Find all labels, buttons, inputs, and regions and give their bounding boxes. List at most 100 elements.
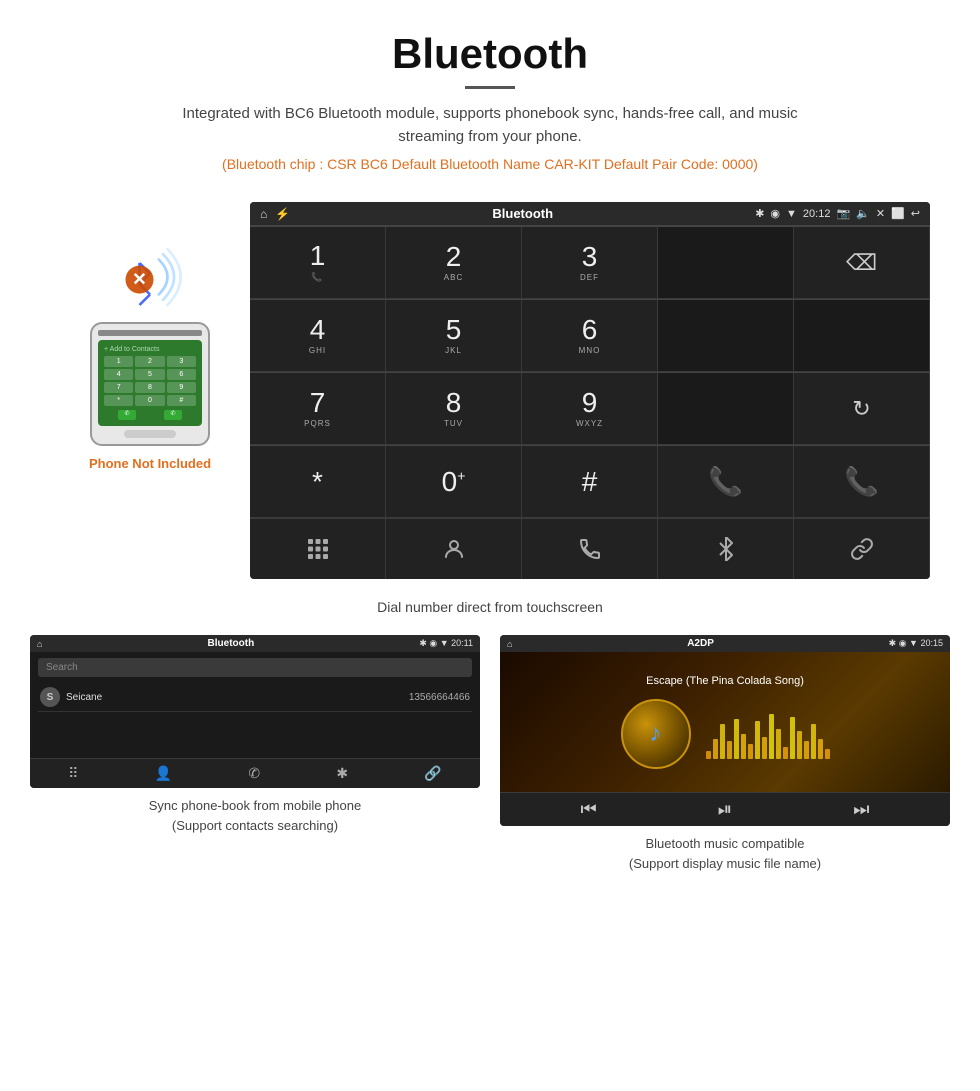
- dial-backspace[interactable]: ⌫: [794, 227, 930, 299]
- eq-bar: [720, 724, 725, 759]
- eq-bar: [811, 724, 816, 759]
- bottom-phone-icon[interactable]: [522, 519, 658, 579]
- music-home-icon: ⌂: [507, 639, 512, 649]
- dial-key-2[interactable]: 2 ABC: [386, 227, 522, 299]
- bottom-contacts-icon[interactable]: [386, 519, 522, 579]
- pb-bottom-link[interactable]: 🔗: [424, 765, 441, 782]
- dial-key-0[interactable]: 0+: [386, 446, 522, 518]
- close-icon: ✕: [876, 207, 885, 220]
- pb-contact-phone: 13566664466: [409, 692, 470, 703]
- phonebook-screen: ⌂ Bluetooth ✱ ◉ ▼ 20:11 Search S Seicane…: [30, 635, 480, 788]
- phone-mockup: + Add to Contacts 123 456 789 *0# ✆ ✆: [90, 322, 210, 446]
- dial-key-1[interactable]: 1 📞: [250, 227, 386, 299]
- page-header: Bluetooth Integrated with BC6 Bluetooth …: [0, 0, 980, 202]
- dialpad-caption: Dial number direct from touchscreen: [0, 591, 980, 635]
- dial-key-4[interactable]: 4 GHI: [250, 300, 386, 372]
- dialpad-row-1: 1 📞 2 ABC 3 DEF ⌫: [250, 226, 930, 299]
- bottom-link-icon[interactable]: [794, 519, 930, 579]
- pb-caption: Sync phone-book from mobile phone (Suppo…: [149, 796, 361, 835]
- skip-next-icon[interactable]: ⏭: [853, 799, 869, 820]
- dial-empty-3: [794, 300, 930, 372]
- main-area: ✕ + Add to Contacts 123 456 789 *0# ✆ ✆: [0, 202, 980, 579]
- pb-status-bar: ⌂ Bluetooth ✱ ◉ ▼ 20:11: [30, 635, 480, 652]
- music-status-title: A2DP: [687, 638, 714, 649]
- home-icon: ⌂: [260, 207, 267, 221]
- call-hangup-button[interactable]: 📞: [794, 446, 930, 518]
- skip-prev-icon[interactable]: ⏮: [581, 799, 597, 820]
- dialpad-row-4: * 0+ # 📞 📞: [250, 445, 930, 518]
- bt-music-icon: ♪: [650, 720, 662, 748]
- bottom-bluetooth-icon[interactable]: [658, 519, 794, 579]
- bottom-row: ⌂ Bluetooth ✱ ◉ ▼ 20:11 Search S Seicane…: [0, 635, 980, 893]
- eq-bar: [762, 737, 767, 759]
- location-icon: ◉: [770, 207, 780, 220]
- svg-text:✕: ✕: [132, 269, 147, 289]
- eq-bar: [748, 744, 753, 759]
- pb-bottom-bt[interactable]: ✱: [336, 765, 348, 782]
- back-icon: ↩: [911, 207, 920, 220]
- pb-search-bar[interactable]: Search: [38, 658, 472, 677]
- music-caption: Bluetooth music compatible (Support disp…: [629, 834, 821, 873]
- bluetooth-signal-icon: ✕: [115, 242, 185, 312]
- pb-contact-name: Seicane: [66, 692, 403, 703]
- title-divider: [465, 86, 515, 89]
- eq-bar: [790, 717, 795, 759]
- eq-bar: [783, 747, 788, 759]
- song-title: Escape (The Pina Colada Song): [646, 675, 804, 687]
- eq-bar: [818, 739, 823, 759]
- specs-line: (Bluetooth chip : CSR BC6 Default Blueto…: [20, 156, 960, 172]
- music-screen: ⌂ A2DP ✱ ◉ ▼ 20:15 Escape (The Pina Cola…: [500, 635, 950, 826]
- usb-icon: ⚡: [275, 207, 290, 221]
- pb-search-placeholder: Search: [46, 662, 78, 673]
- pb-contact-row[interactable]: S Seicane 13566664466: [38, 683, 472, 712]
- play-pause-icon[interactable]: ⏯: [718, 799, 732, 820]
- dial-key-9[interactable]: 9 WXYZ: [522, 373, 658, 445]
- phonebook-item: ⌂ Bluetooth ✱ ◉ ▼ 20:11 Search S Seicane…: [30, 635, 480, 873]
- dialpad-row-3: 7 PQRS 8 TUV 9 WXYZ ↻: [250, 372, 930, 445]
- pb-bottom-phone[interactable]: ✆: [248, 765, 260, 782]
- music-item: ⌂ A2DP ✱ ◉ ▼ 20:15 Escape (The Pina Cola…: [500, 635, 950, 873]
- dial-key-star[interactable]: *: [250, 446, 386, 518]
- pb-status-title: Bluetooth: [208, 638, 255, 649]
- eq-bar: [769, 714, 774, 759]
- dial-reload[interactable]: ↻: [794, 373, 930, 445]
- dial-key-5[interactable]: 5 JKL: [386, 300, 522, 372]
- dialpad-row-2: 4 GHI 5 JKL 6 MNO: [250, 299, 930, 372]
- dialpad-bottom-bar: [250, 518, 930, 579]
- pb-bottom-bar: ⠿ 👤 ✆ ✱ 🔗: [30, 758, 480, 788]
- page-title: Bluetooth: [20, 30, 960, 78]
- eq-bar: [727, 741, 732, 759]
- dial-key-3[interactable]: 3 DEF: [522, 227, 658, 299]
- call-answer-button[interactable]: 📞: [658, 446, 794, 518]
- dial-empty-1: [658, 227, 794, 299]
- bottom-keypad-icon[interactable]: [250, 519, 386, 579]
- eq-bar: [804, 741, 809, 759]
- status-bar-right: ✱ ◉ ▼ 20:12 📷 🔈 ✕ ⬜ ↩: [755, 207, 920, 220]
- pb-content: Search S Seicane 13566664466: [30, 652, 480, 758]
- pb-spacer: [38, 712, 472, 752]
- status-bar-left: ⌂ ⚡: [260, 207, 290, 221]
- eq-bar: [776, 729, 781, 759]
- playbar: ⏮ ⏯ ⏭: [500, 792, 950, 826]
- dial-key-7[interactable]: 7 PQRS: [250, 373, 386, 445]
- phone-section: ✕ + Add to Contacts 123 456 789 *0# ✆ ✆: [50, 202, 250, 471]
- phone-not-included-label: Phone Not Included: [89, 456, 211, 471]
- clock: 20:12: [803, 208, 831, 220]
- eq-bar: [706, 751, 711, 759]
- status-bar: ⌂ ⚡ Bluetooth ✱ ◉ ▼ 20:12 📷 🔈 ✕ ⬜ ↩: [250, 202, 930, 226]
- eq-bar: [797, 731, 802, 759]
- music-content: Escape (The Pina Colada Song) ♪: [500, 652, 950, 792]
- music-main: ♪: [510, 699, 940, 769]
- pb-bottom-keypad[interactable]: ⠿: [68, 765, 78, 782]
- pb-avatar: S: [40, 687, 60, 707]
- subtitle: Integrated with BC6 Bluetooth module, su…: [180, 103, 800, 148]
- dial-key-hash[interactable]: #: [522, 446, 658, 518]
- album-art: ♪: [621, 699, 691, 769]
- volume-icon: 🔈: [856, 207, 870, 220]
- pb-bottom-contacts[interactable]: 👤: [155, 765, 172, 782]
- pb-home-icon: ⌂: [37, 639, 42, 649]
- equalizer: [706, 709, 830, 759]
- dial-key-8[interactable]: 8 TUV: [386, 373, 522, 445]
- dial-key-6[interactable]: 6 MNO: [522, 300, 658, 372]
- dial-empty-2: [658, 300, 794, 372]
